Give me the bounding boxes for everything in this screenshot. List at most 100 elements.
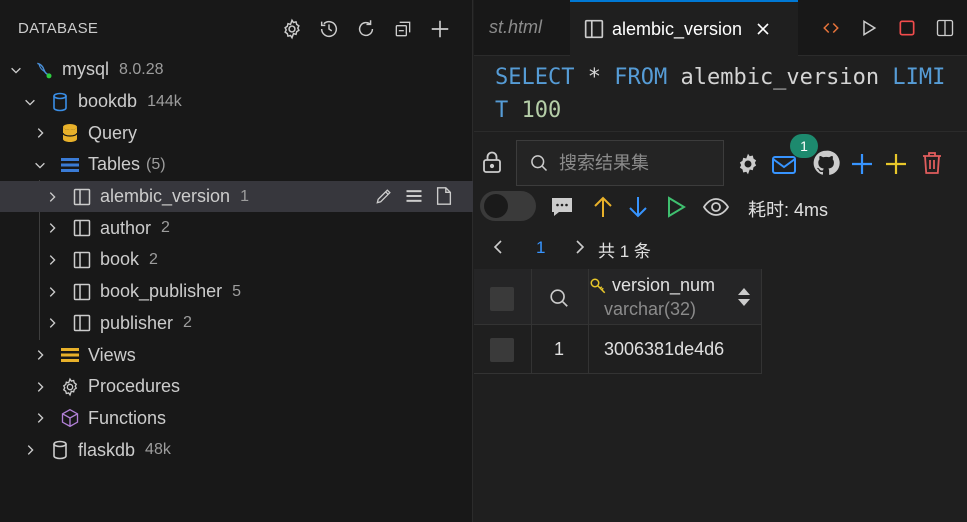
functions-label: Functions [88,407,167,428]
settings-gear-icon[interactable] [279,16,304,41]
edit-pencil-icon[interactable] [373,185,395,207]
sql-editor[interactable]: SELECT * FROM alembic_version LIMI T 100 [474,56,967,132]
tree-item-table[interactable]: author 2 [0,212,473,244]
query-database-icon [60,123,80,143]
tree-item-table[interactable]: book 2 [0,244,473,276]
chevron-right-icon[interactable] [32,410,48,426]
table-row-count: 2 [183,314,192,332]
results-toolbar-secondary: 耗时: 4ms [474,190,967,226]
chevron-right-icon[interactable] [44,189,60,205]
table-name: publisher [100,312,174,333]
mysql-dolphin-icon [34,60,54,80]
split-editor-icon[interactable] [932,15,958,41]
tree-item-table[interactable]: publisher 2 [0,308,473,340]
tab-active[interactable]: alembic_version [570,0,798,56]
table-row-count: 5 [232,282,241,300]
table-name: book [100,249,140,270]
tree-item-views[interactable]: Views [0,339,473,371]
tab-previous[interactable]: st.html [474,0,570,56]
file-icon[interactable] [433,185,455,207]
settings-gear-icon[interactable] [734,150,762,178]
chevron-right-icon[interactable] [32,379,48,395]
header-search-cell [532,269,589,325]
lock-icon[interactable] [478,148,506,176]
row-checkbox[interactable] [490,338,514,362]
chevron-down-icon[interactable] [22,94,38,110]
chevron-right-icon[interactable] [44,284,60,300]
code-brackets-icon[interactable] [818,15,844,41]
results-toolbar: 1 [474,134,967,190]
total-count: 共 1 条 [598,242,651,261]
tree-item-query[interactable]: Query [0,117,473,149]
current-page[interactable]: 1 [536,238,545,258]
arrow-down-icon[interactable] [624,193,652,221]
chevron-right-icon[interactable] [44,252,60,268]
close-icon[interactable] [754,20,772,38]
results-search-input[interactable] [557,151,721,175]
tables-label: Tables [88,154,141,175]
toggle-knob [484,194,508,218]
sql-keyword: FROM [614,65,668,90]
tree-item-table[interactable]: book_publisher 5 [0,276,473,308]
collapse-all-icon[interactable] [390,16,415,41]
elapsed-time: 耗时: 4ms [748,200,829,220]
column-type: varchar(32) [604,299,697,319]
table-row-count: 1 [240,187,249,205]
grid-header-row: version_num varchar(32) [474,269,762,325]
tables-count: (5) [146,155,166,173]
chevron-down-icon[interactable] [8,62,24,78]
chevron-right-icon[interactable] [32,347,48,363]
chevron-down-icon[interactable] [32,157,48,173]
chevron-right-icon[interactable] [572,238,588,256]
sidebar-header: DATABASE [0,0,473,56]
stop-icon[interactable] [894,15,920,41]
list-menu-icon[interactable] [403,185,425,207]
header-select-cell [474,269,532,325]
tree-item-tables[interactable]: Tables (5) [0,149,473,181]
table-row-actions [373,185,455,207]
chevron-right-icon[interactable] [44,315,60,331]
primary-key-icon [589,277,607,295]
chevron-right-icon[interactable] [44,220,60,236]
table-row-count: 2 [149,250,158,268]
table-icon [72,250,92,270]
trash-icon[interactable] [918,149,946,177]
row-value-cell[interactable]: 3006381de4d6 [589,325,762,374]
views-label: Views [88,344,136,365]
table-name: book_publisher [100,281,223,302]
chevron-right-icon[interactable] [32,125,48,141]
table-tab-icon [584,19,604,39]
database-name: bookdb [78,91,138,112]
sidebar-title: DATABASE [18,20,99,37]
chevron-left-icon[interactable] [490,238,506,256]
tree-item-functions[interactable]: Functions [0,403,473,435]
search-icon[interactable] [548,287,570,309]
comment-icon[interactable] [548,193,576,221]
tree-item-table[interactable]: alembic_version 1 [0,180,473,213]
select-all-checkbox[interactable] [490,287,514,311]
add-connection-icon[interactable] [427,16,452,41]
chevron-right-icon[interactable] [22,442,38,458]
sort-icon[interactable] [736,285,752,309]
run-play-icon[interactable] [856,15,882,41]
search-icon [529,153,549,173]
arrow-up-icon[interactable] [589,193,617,221]
github-icon[interactable] [812,149,840,177]
tree-item-procedures[interactable]: Procedures [0,371,473,403]
tree-item-database-bookdb[interactable]: bookdb 144k [0,86,473,118]
refresh-icon[interactable] [353,16,378,41]
add-plus-icon[interactable] [848,150,876,178]
eye-icon[interactable] [702,193,730,221]
tree-item-database-flaskdb[interactable]: flaskdb 48k [0,434,473,466]
database-size: 144k [147,92,182,110]
results-search-box[interactable] [516,140,724,186]
sql-keyword: LIMI [892,65,946,90]
add-row-plus-icon[interactable] [882,150,910,178]
table-row[interactable]: 1 3006381de4d6 [474,325,762,374]
history-icon[interactable] [316,16,341,41]
toggle-switch[interactable] [480,191,536,221]
database-tree: mysql 8.0.28 bookdb 144k Query Tables (5… [0,54,473,466]
tree-item-connection[interactable]: mysql 8.0.28 [0,54,473,86]
run-play-icon[interactable] [662,193,690,221]
procedures-gear-icon [60,377,80,397]
